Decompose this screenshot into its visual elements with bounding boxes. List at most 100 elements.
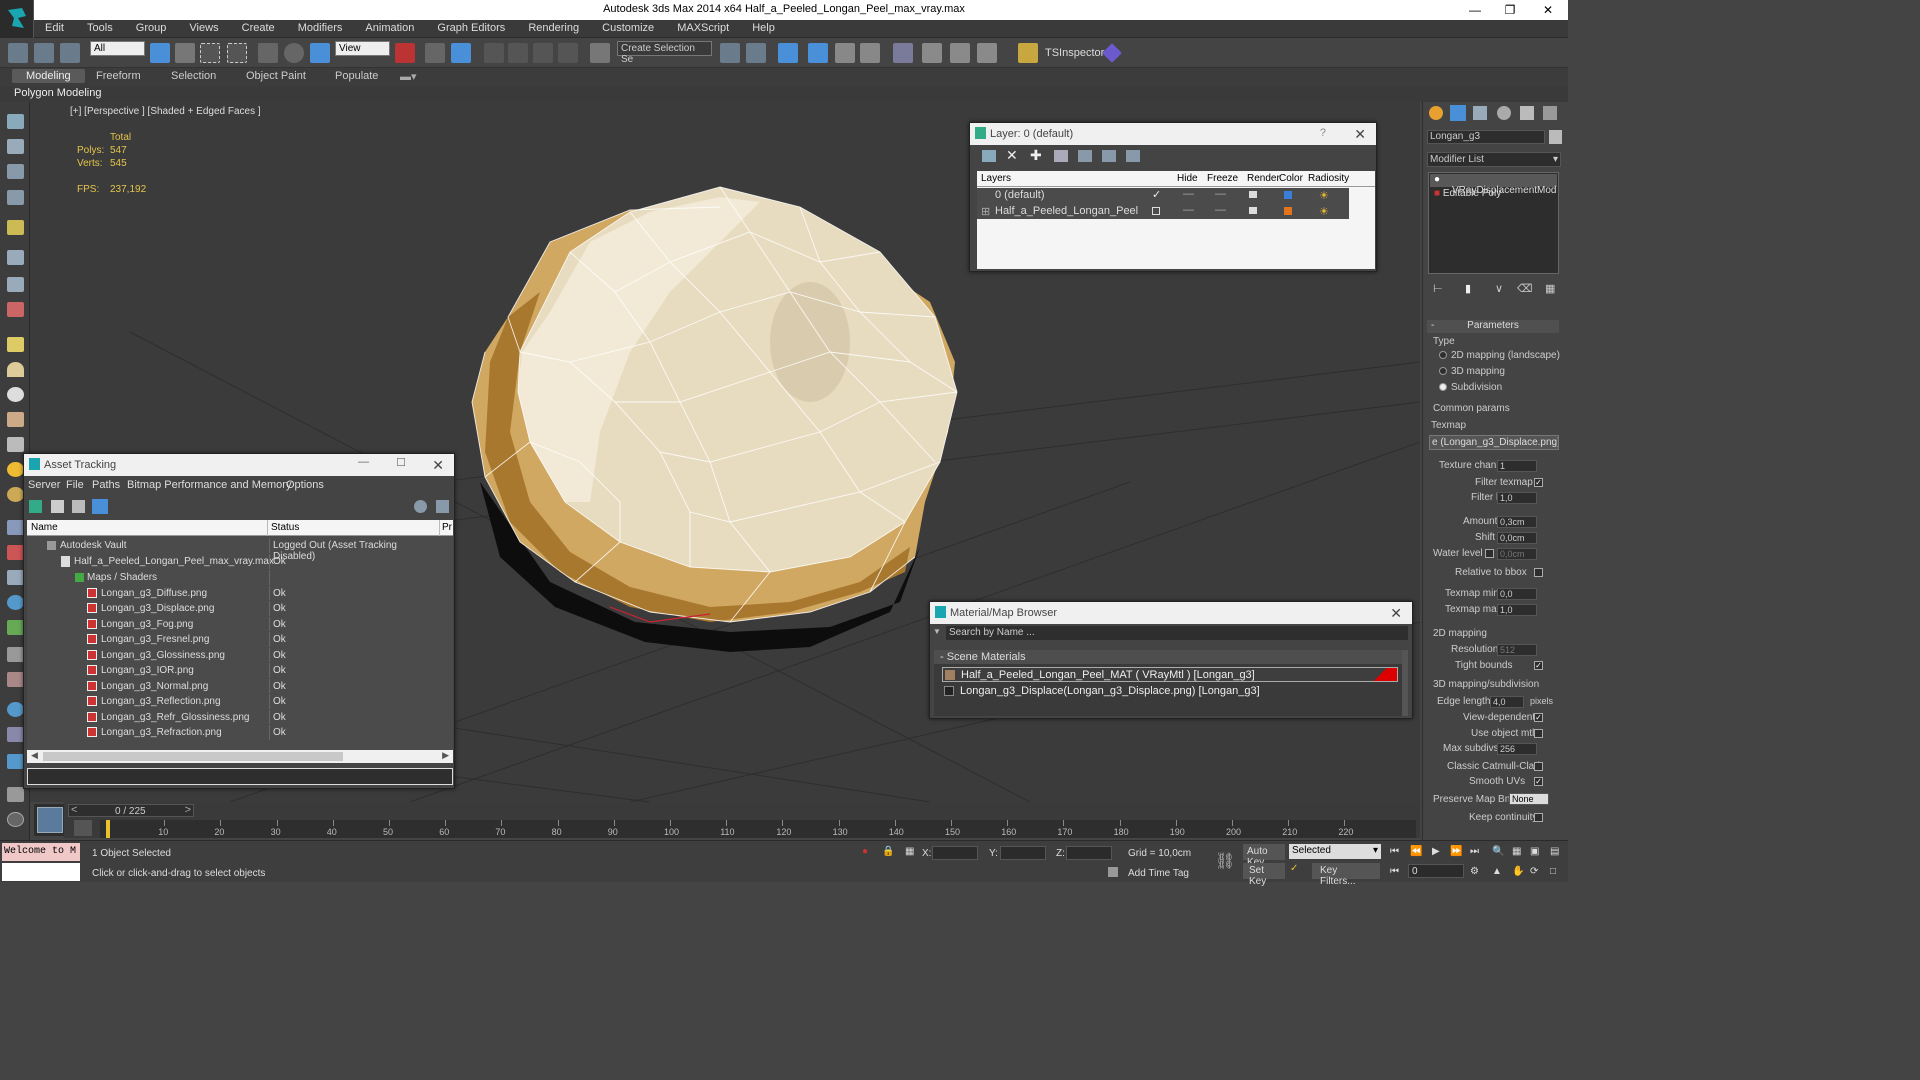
- material-item[interactable]: Half_a_Peeled_Longan_Peel_MAT ( VRayMtl …: [942, 667, 1398, 682]
- modifier-stack-item[interactable]: ● VRayDisplacementMod: [1430, 174, 1557, 196]
- texmap-button[interactable]: e (Longan_g3_Displace.png): [1429, 435, 1559, 450]
- type-2d-radio[interactable]: [1439, 351, 1447, 359]
- col-name[interactable]: Name: [31, 522, 58, 533]
- select-by-name-icon[interactable]: [175, 43, 195, 63]
- minimize-button[interactable]: —: [1460, 2, 1490, 18]
- box-icon[interactable]: [7, 337, 24, 352]
- time-tag-icon[interactable]: [1108, 867, 1118, 877]
- filter-texmap-checkbox[interactable]: ✓: [1534, 478, 1543, 487]
- unlink-icon[interactable]: [34, 43, 54, 63]
- menu-views[interactable]: Views: [189, 20, 218, 34]
- select-layer-objects-icon[interactable]: [1054, 150, 1068, 162]
- cone-icon[interactable]: [7, 437, 24, 452]
- link-icon[interactable]: [8, 43, 28, 63]
- time-marker[interactable]: [106, 820, 110, 838]
- asset-row-folder[interactable]: Maps / Shaders: [27, 570, 441, 586]
- col-status[interactable]: Status: [271, 522, 299, 533]
- app-logo-icon[interactable]: [0, 0, 34, 38]
- pan-icon[interactable]: ✋: [1512, 866, 1524, 877]
- col-proxy[interactable]: Pr: [442, 522, 452, 533]
- window-crossing-icon[interactable]: [227, 43, 247, 63]
- teapot-icon[interactable]: [7, 114, 24, 129]
- move-icon[interactable]: [258, 43, 278, 63]
- viewport-label[interactable]: [+] [Perspective ] [Shaded + Edged Faces…: [70, 106, 261, 117]
- material-scrollbar[interactable]: [1402, 650, 1408, 716]
- field-of-view-icon[interactable]: ▲: [1492, 866, 1502, 877]
- asset-row-map[interactable]: Longan_g3_Normal.png Ok: [27, 678, 441, 694]
- material-close-button[interactable]: ✕: [1390, 605, 1402, 622]
- layer-color-swatch[interactable]: [1284, 207, 1292, 215]
- motion-tab-icon[interactable]: [1497, 106, 1511, 120]
- tree-view-icon[interactable]: [72, 500, 85, 513]
- y-coordinate-field[interactable]: [1000, 846, 1046, 860]
- goto-start-icon[interactable]: ⏮: [1390, 846, 1399, 857]
- curve-editor-icon[interactable]: [860, 43, 880, 63]
- render-toggle-icon[interactable]: [1249, 207, 1257, 214]
- tab-modeling[interactable]: Modeling: [12, 69, 85, 83]
- tsinspector-icon[interactable]: [1018, 43, 1038, 63]
- asset-row-vault[interactable]: Autodesk Vault Logged Out (Asset Trackin…: [27, 538, 441, 562]
- menu-edit[interactable]: Edit: [45, 20, 64, 34]
- asset-horizontal-scrollbar[interactable]: ◀ ▶: [27, 750, 453, 763]
- rotate-icon[interactable]: [284, 43, 304, 63]
- selection-filter-dropdown[interactable]: All: [90, 41, 145, 56]
- network-icon[interactable]: [7, 754, 24, 769]
- set-key-button[interactable]: Set Key: [1243, 863, 1285, 887]
- type-3d-radio[interactable]: [1439, 367, 1447, 375]
- make-unique-icon[interactable]: ∨: [1495, 282, 1503, 295]
- object-color-swatch[interactable]: [1549, 130, 1562, 144]
- current-frame-field[interactable]: 0: [1408, 864, 1464, 878]
- mirror-icon[interactable]: [720, 43, 740, 63]
- asset-row-map[interactable]: Longan_g3_IOR.png Ok: [27, 663, 441, 679]
- asset-close-button[interactable]: ✕: [432, 457, 444, 474]
- col-hide[interactable]: Hide: [1177, 173, 1198, 184]
- select-manipulate-icon[interactable]: [425, 43, 445, 63]
- material-titlebar[interactable]: Material/Map Browser ✕: [930, 602, 1412, 624]
- close-button[interactable]: ✕: [1533, 2, 1563, 18]
- asset-settings-icon[interactable]: [436, 500, 449, 513]
- sun-icon[interactable]: [7, 462, 24, 477]
- asset-row-map[interactable]: Longan_g3_Diffuse.png Ok: [27, 585, 441, 601]
- resolution-spinner[interactable]: 512: [1497, 644, 1537, 656]
- hide-toggle[interactable]: —: [1183, 188, 1194, 200]
- snaps-toggle-icon[interactable]: [484, 43, 504, 63]
- radiosity-icon[interactable]: ☀: [1319, 189, 1329, 202]
- layer-color-swatch[interactable]: [1284, 191, 1292, 199]
- table-icon[interactable]: [7, 190, 24, 205]
- filter-blur-spinner[interactable]: 1,0: [1497, 492, 1537, 504]
- material-editor-icon[interactable]: [922, 43, 942, 63]
- key-mode-toggle-icon[interactable]: ⏮: [1390, 866, 1399, 877]
- keyboard-shortcut-icon[interactable]: [451, 43, 471, 63]
- asset-help-icon[interactable]: [414, 500, 427, 513]
- menu-maxscript[interactable]: MAXScript: [677, 20, 729, 34]
- expand-icon[interactable]: ⊞: [981, 205, 990, 218]
- freeze-toggle[interactable]: —: [1215, 204, 1226, 216]
- bones-icon[interactable]: [7, 570, 24, 585]
- pin-stack-icon[interactable]: ⊢: [1433, 282, 1443, 295]
- cloth-icon[interactable]: [7, 672, 24, 687]
- parameters-rollout[interactable]: - Parameters: [1427, 320, 1559, 333]
- asset-menu-server[interactable]: Server: [28, 479, 60, 491]
- file-icon[interactable]: [7, 787, 24, 802]
- asset-menu-file[interactable]: File: [66, 479, 84, 491]
- col-freeze[interactable]: Freeze: [1207, 173, 1238, 184]
- orbit-icon[interactable]: ⟳: [1530, 866, 1538, 877]
- hierarchy-tab-icon[interactable]: [1473, 106, 1487, 120]
- viewport-layout-icon[interactable]: [37, 807, 63, 833]
- hand-icon[interactable]: [7, 277, 24, 292]
- layer-manager-icon[interactable]: [808, 43, 828, 63]
- zoom-extents-icon[interactable]: ▣: [1530, 846, 1539, 857]
- x-coordinate-field[interactable]: [932, 846, 978, 860]
- texture-chan-spinner[interactable]: 1: [1497, 460, 1537, 472]
- create-tab-icon[interactable]: [1429, 106, 1443, 120]
- water-level-spinner[interactable]: 0,0cm: [1497, 548, 1537, 560]
- ribbon-options-icon[interactable]: ▬▾: [400, 70, 417, 83]
- layer-row[interactable]: 0 (default) ✓ — — ☀: [977, 188, 1349, 203]
- view-dependent-checkbox[interactable]: ✓: [1534, 713, 1543, 722]
- help-icon[interactable]: [7, 812, 24, 827]
- use-object-mtl-checkbox[interactable]: [1534, 729, 1543, 738]
- asset-row-map[interactable]: Longan_g3_Refr_Glossiness.png Ok: [27, 709, 441, 725]
- reference-coordinate-dropdown[interactable]: View: [335, 41, 390, 56]
- prev-frame-icon[interactable]: ⏪: [1410, 846, 1422, 857]
- rectangle-selection-icon[interactable]: [200, 43, 220, 63]
